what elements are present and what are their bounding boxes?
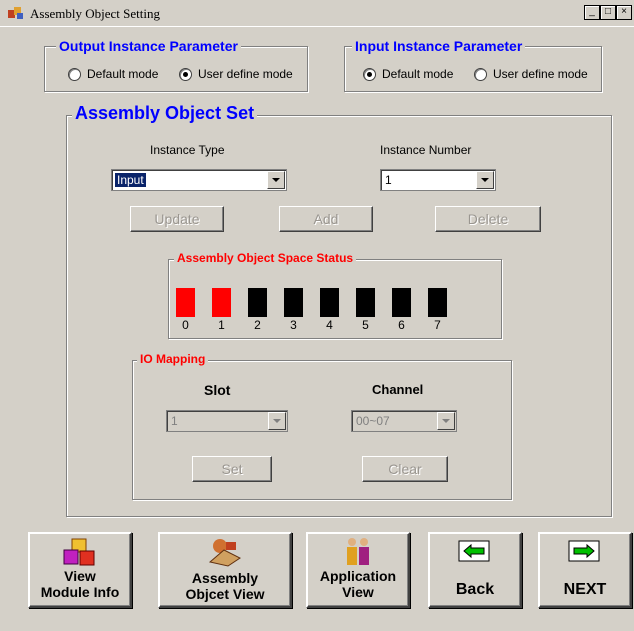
instance-number-value: 1 [385, 173, 392, 187]
slot-value: 1 [171, 414, 178, 428]
slot-indicator-6 [392, 288, 411, 317]
slot-number-1: 1 [218, 318, 225, 332]
assembly-object-setting-window: Assembly Object Setting _ □ × Output Ins… [0, 0, 634, 631]
slot-number-5: 5 [362, 318, 369, 332]
maximize-icon[interactable]: □ [600, 5, 616, 20]
assembly-object-view-button[interactable]: Assembly Objcet View [158, 532, 292, 608]
chevron-down-icon[interactable] [267, 171, 285, 189]
handshake-icon [208, 539, 241, 567]
output-instance-title: Output Instance Parameter [56, 38, 241, 54]
slot-number-4: 4 [326, 318, 333, 332]
input-instance-title: Input Instance Parameter [352, 38, 526, 54]
assembly-view-line1: Assembly [191, 570, 259, 586]
slot-indicator-3 [284, 288, 303, 317]
right-arrow-icon [568, 540, 600, 562]
slot-indicator-7 [428, 288, 447, 317]
output-default-mode-label: Default mode [87, 67, 159, 81]
input-user-define-mode-radio[interactable]: User define mode [474, 67, 588, 81]
radio-icon [474, 67, 487, 81]
slot-indicator-4 [320, 288, 339, 317]
radio-selected-icon [363, 67, 376, 81]
chevron-down-icon[interactable] [268, 412, 286, 430]
input-default-mode-radio[interactable]: Default mode [363, 67, 453, 81]
view-module-info-button[interactable]: View Module Info [28, 532, 132, 608]
chevron-down-icon[interactable] [437, 412, 455, 430]
application-view-line2: View [342, 584, 374, 600]
app-icon [8, 7, 23, 19]
assembly-object-set-title: Assembly Object Set [72, 103, 258, 124]
people-icon [347, 538, 369, 565]
slot-number-2: 2 [254, 318, 261, 332]
minimize-icon[interactable]: _ [584, 5, 600, 20]
slot-number-6: 6 [398, 318, 405, 332]
slot-indicator-5 [356, 288, 375, 317]
channel-select[interactable]: 00~07 [351, 410, 457, 432]
input-user-define-mode-label: User define mode [493, 67, 588, 81]
clear-button[interactable]: Clear [362, 456, 448, 482]
back-label: Back [455, 581, 495, 598]
channel-value: 00~07 [356, 414, 390, 428]
instance-type-value: Input [115, 173, 146, 187]
left-arrow-icon [458, 540, 490, 562]
slot-number-0: 0 [182, 318, 189, 332]
close-icon[interactable]: × [616, 5, 632, 20]
output-default-mode-radio[interactable]: Default mode [68, 67, 158, 81]
next-label: NEXT [563, 581, 607, 598]
view-module-info-line1: View [64, 568, 96, 584]
instance-type-label: Instance Type [150, 143, 225, 157]
slot-label: Slot [204, 382, 231, 398]
instance-number-label: Instance Number [380, 143, 472, 157]
next-button[interactable]: NEXT [538, 532, 632, 608]
radio-selected-icon [179, 67, 192, 81]
radio-icon [68, 67, 81, 81]
view-module-info-line2: Module Info [40, 584, 120, 600]
update-button[interactable]: Update [130, 206, 224, 232]
slot-indicator-1 [212, 288, 231, 317]
channel-label: Channel [372, 382, 424, 397]
output-user-define-mode-radio[interactable]: User define mode [179, 67, 293, 81]
add-button[interactable]: Add [279, 206, 373, 232]
output-user-define-mode-label: User define mode [198, 67, 293, 81]
set-button[interactable]: Set [192, 456, 272, 482]
slot-number-7: 7 [434, 318, 441, 332]
input-default-mode-label: Default mode [382, 67, 454, 81]
title-bar: Assembly Object Setting _ □ × [0, 0, 634, 27]
slot-indicator-2 [248, 288, 267, 317]
instance-number-select[interactable]: 1 [380, 169, 496, 191]
delete-button[interactable]: Delete [435, 206, 541, 232]
space-status-title: Assembly Object Space Status [174, 251, 357, 265]
slot-number-3: 3 [290, 318, 297, 332]
io-mapping-title: IO Mapping [137, 352, 209, 366]
chevron-down-icon[interactable] [476, 171, 494, 189]
slot-indicator-0 [176, 288, 195, 317]
application-view-button[interactable]: Application View [306, 532, 410, 608]
application-view-line1: Application [319, 568, 397, 584]
slot-select[interactable]: 1 [166, 410, 288, 432]
back-button[interactable]: Back [428, 532, 522, 608]
cubes-icon [63, 538, 95, 566]
window-title: Assembly Object Setting [30, 6, 160, 21]
instance-type-select[interactable]: Input [111, 169, 287, 191]
assembly-view-line2: Objcet View [185, 586, 265, 602]
